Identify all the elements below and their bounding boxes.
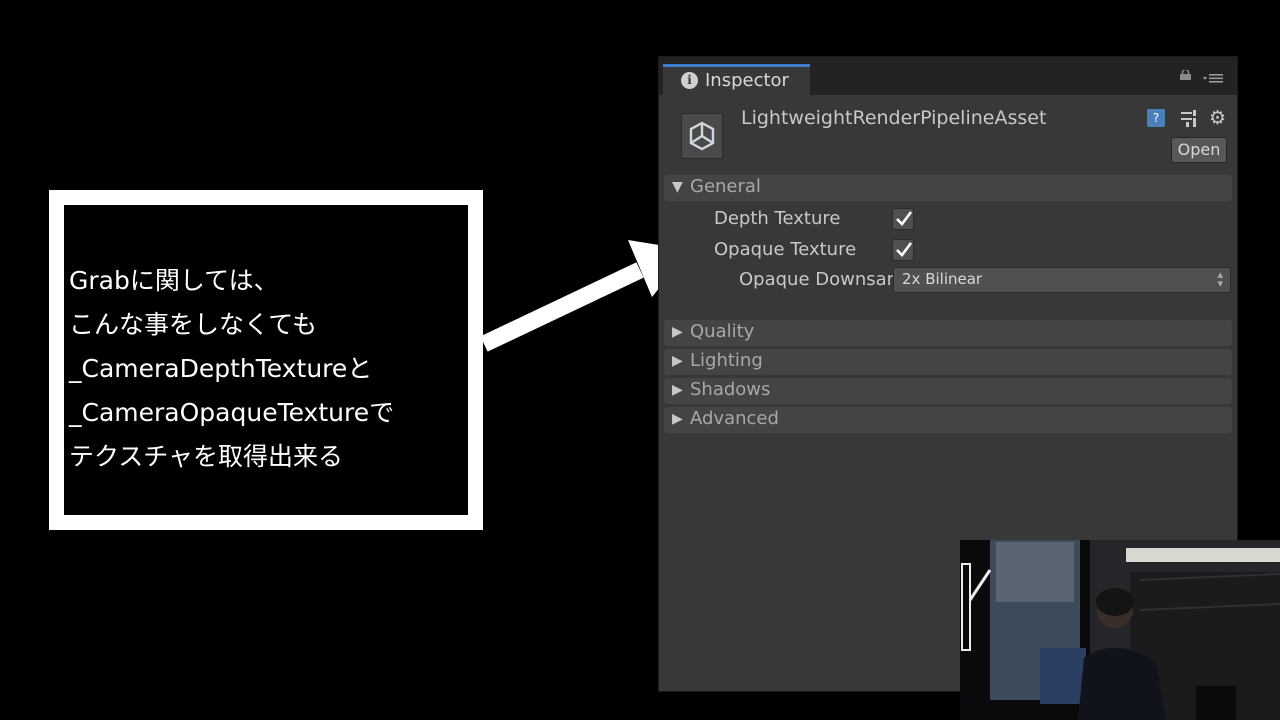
asset-header: LightweightRenderPipelineAsset ? ⚙ Open — [659, 95, 1237, 175]
webcam-thumbnail — [960, 540, 1280, 720]
tab-label: Inspector — [705, 70, 789, 91]
section-label: Quality — [690, 321, 755, 342]
collapsed-triangle-icon: ▶ — [672, 411, 683, 427]
opaque-downsampling-dropdown[interactable]: 2x Bilinear ▴ ▾ — [893, 267, 1231, 293]
section-advanced[interactable]: ▶ Advanced — [664, 407, 1232, 433]
section-label: Lighting — [690, 350, 763, 371]
asset-name: LightweightRenderPipelineAsset — [741, 107, 1047, 129]
section-quality[interactable]: ▶ Quality — [664, 320, 1232, 346]
section-lighting[interactable]: ▶ Lighting — [664, 349, 1232, 375]
gear-icon[interactable]: ⚙ — [1209, 107, 1233, 129]
tab-bar: i Inspector — [659, 57, 1237, 95]
section-general[interactable]: ▼ General — [664, 175, 1232, 201]
lock-icon[interactable] — [1180, 70, 1191, 80]
menu-icon[interactable] — [1203, 72, 1223, 84]
opaque-texture-checkbox[interactable] — [892, 239, 914, 261]
tab-inspector[interactable]: i Inspector — [663, 64, 810, 95]
checkmark-icon — [896, 211, 913, 226]
opaque-downsampling-label: Opaque Downsampling — [739, 269, 893, 290]
dropdown-arrows-icon: ▴ ▾ — [1217, 268, 1223, 290]
opaque-texture-label: Opaque Texture — [714, 239, 857, 260]
depth-texture-checkbox[interactable] — [892, 208, 914, 230]
section-label: Advanced — [690, 408, 779, 429]
section-label: General — [690, 176, 761, 197]
info-icon: i — [681, 72, 698, 89]
open-button[interactable]: Open — [1171, 137, 1227, 163]
depth-texture-label: Depth Texture — [714, 208, 841, 229]
checkmark-icon — [896, 242, 913, 257]
section-label: Shadows — [690, 379, 771, 400]
expanded-triangle-icon: ▼ — [672, 179, 683, 195]
collapsed-triangle-icon: ▶ — [672, 353, 683, 369]
collapsed-triangle-icon: ▶ — [672, 324, 683, 340]
preset-icon[interactable] — [1179, 109, 1199, 127]
dropdown-value: 2x Bilinear — [902, 270, 983, 288]
section-shadows[interactable]: ▶ Shadows — [664, 378, 1232, 404]
collapsed-triangle-icon: ▶ — [672, 382, 683, 398]
unity-logo-icon — [681, 113, 723, 159]
presenter-video-image — [960, 540, 1280, 720]
help-icon[interactable]: ? — [1147, 109, 1165, 127]
